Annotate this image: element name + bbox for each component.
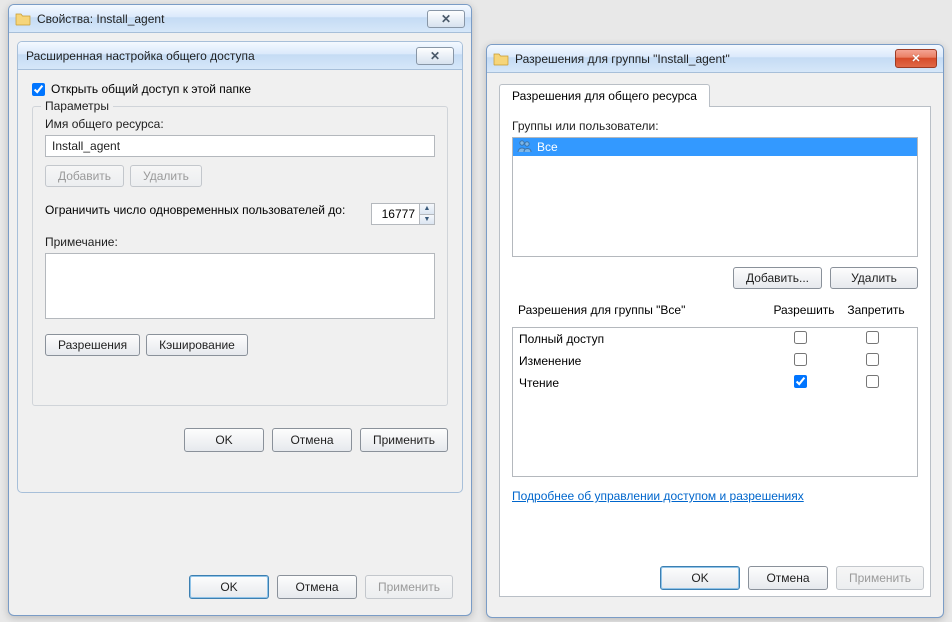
permissions-close-button[interactable]: ✕	[895, 49, 937, 68]
folder-icon	[493, 51, 509, 67]
share-name-input[interactable]	[45, 135, 435, 157]
comment-label: Примечание:	[45, 235, 435, 249]
folder-icon	[15, 11, 31, 27]
advanced-button-bar: OK Отмена Применить	[18, 418, 462, 462]
advanced-cancel-button[interactable]: Отмена	[272, 428, 352, 452]
share-name-label: Имя общего ресурса:	[45, 117, 435, 131]
groups-users-listbox[interactable]: Все	[512, 137, 918, 257]
spinner-down-icon[interactable]: ▼	[420, 215, 434, 225]
advanced-sharing-dialog: Расширенная настройка общего доступа ✕ О…	[17, 41, 463, 493]
properties-cancel-button[interactable]: Отмена	[277, 575, 357, 599]
properties-button-bar: OK Отмена Применить	[175, 565, 467, 609]
permissions-table: Полный доступ Изменение Чтение	[512, 327, 918, 477]
properties-body: Расширенная настройка общего доступа ✕ О…	[9, 33, 471, 509]
allow-change-checkbox[interactable]	[794, 353, 807, 366]
allow-full-checkbox[interactable]	[794, 331, 807, 344]
permissions-body: Разрешения для общего ресурса Группы или…	[487, 73, 943, 607]
comment-textarea[interactable]	[45, 253, 435, 319]
limit-users-label: Ограничить число одновременных пользоват…	[45, 203, 365, 217]
deny-change-checkbox[interactable]	[866, 353, 879, 366]
properties-ok-button[interactable]: OK	[189, 575, 269, 599]
advanced-sharing-title: Расширенная настройка общего доступа	[26, 49, 416, 63]
add-share-button: Добавить	[45, 165, 124, 187]
list-item-label: Все	[537, 140, 558, 154]
share-folder-label: Открыть общий доступ к этой папке	[51, 82, 251, 96]
parameters-group-title: Параметры	[41, 99, 113, 113]
parameters-groupbox: Параметры Имя общего ресурса: Добавить У…	[32, 106, 448, 406]
close-icon: ✕	[430, 50, 440, 62]
share-folder-checkbox[interactable]	[32, 83, 45, 96]
close-icon: ✕	[441, 13, 451, 25]
remove-share-button: Удалить	[130, 165, 202, 187]
add-group-button[interactable]: Добавить...	[733, 267, 822, 289]
permissions-ok-button[interactable]: OK	[660, 566, 740, 590]
tab-body: Группы или пользователи: Все Добавить...…	[499, 107, 931, 597]
properties-close-button[interactable]: ✕	[427, 10, 465, 28]
allow-read-checkbox[interactable]	[794, 375, 807, 388]
advanced-ok-button[interactable]: OK	[184, 428, 264, 452]
table-row: Полный доступ	[513, 328, 917, 350]
caching-button[interactable]: Кэширование	[146, 334, 248, 356]
advanced-sharing-body: Открыть общий доступ к этой папке Параме…	[18, 70, 462, 418]
limit-users-spinner[interactable]: ▲ ▼	[371, 203, 435, 225]
tab-share-permissions[interactable]: Разрешения для общего ресурса	[499, 84, 710, 107]
table-row: Чтение	[513, 372, 917, 394]
permission-name: Изменение	[519, 354, 767, 368]
close-icon: ✕	[911, 52, 920, 65]
group-icon	[517, 139, 533, 156]
permission-name: Полный доступ	[519, 332, 767, 346]
properties-title: Свойства: Install_agent	[37, 12, 427, 26]
list-item[interactable]: Все	[513, 138, 917, 156]
permissions-title: Разрешения для группы "Install_agent"	[515, 52, 895, 66]
column-allow-header: Разрешить	[768, 303, 840, 317]
advanced-sharing-titlebar[interactable]: Расширенная настройка общего доступа ✕	[18, 42, 462, 70]
permissions-button[interactable]: Разрешения	[45, 334, 140, 356]
permissions-apply-button: Применить	[836, 566, 924, 590]
deny-read-checkbox[interactable]	[866, 375, 879, 388]
learn-more-link[interactable]: Подробнее об управлении доступом и разре…	[512, 489, 804, 503]
limit-users-input[interactable]	[371, 203, 419, 225]
advanced-apply-button[interactable]: Применить	[360, 428, 448, 452]
column-deny-header: Запретить	[840, 303, 912, 317]
properties-titlebar[interactable]: Свойства: Install_agent ✕	[9, 5, 471, 33]
tab-strip: Разрешения для общего ресурса	[499, 83, 931, 107]
permissions-window: Разрешения для группы "Install_agent" ✕ …	[486, 44, 944, 618]
properties-apply-button: Применить	[365, 575, 453, 599]
table-row: Изменение	[513, 350, 917, 372]
share-folder-row: Открыть общий доступ к этой папке	[32, 82, 448, 96]
spinner-up-icon[interactable]: ▲	[420, 204, 434, 215]
permissions-cancel-button[interactable]: Отмена	[748, 566, 828, 590]
permissions-titlebar[interactable]: Разрешения для группы "Install_agent" ✕	[487, 45, 943, 73]
groups-users-label: Группы или пользователи:	[512, 119, 918, 133]
deny-full-checkbox[interactable]	[866, 331, 879, 344]
remove-group-button[interactable]: Удалить	[830, 267, 918, 289]
permissions-for-label: Разрешения для группы "Все"	[518, 303, 768, 317]
advanced-close-button[interactable]: ✕	[416, 47, 454, 65]
properties-window: Свойства: Install_agent ✕ Расширенная на…	[8, 4, 472, 616]
permission-name: Чтение	[519, 376, 767, 390]
